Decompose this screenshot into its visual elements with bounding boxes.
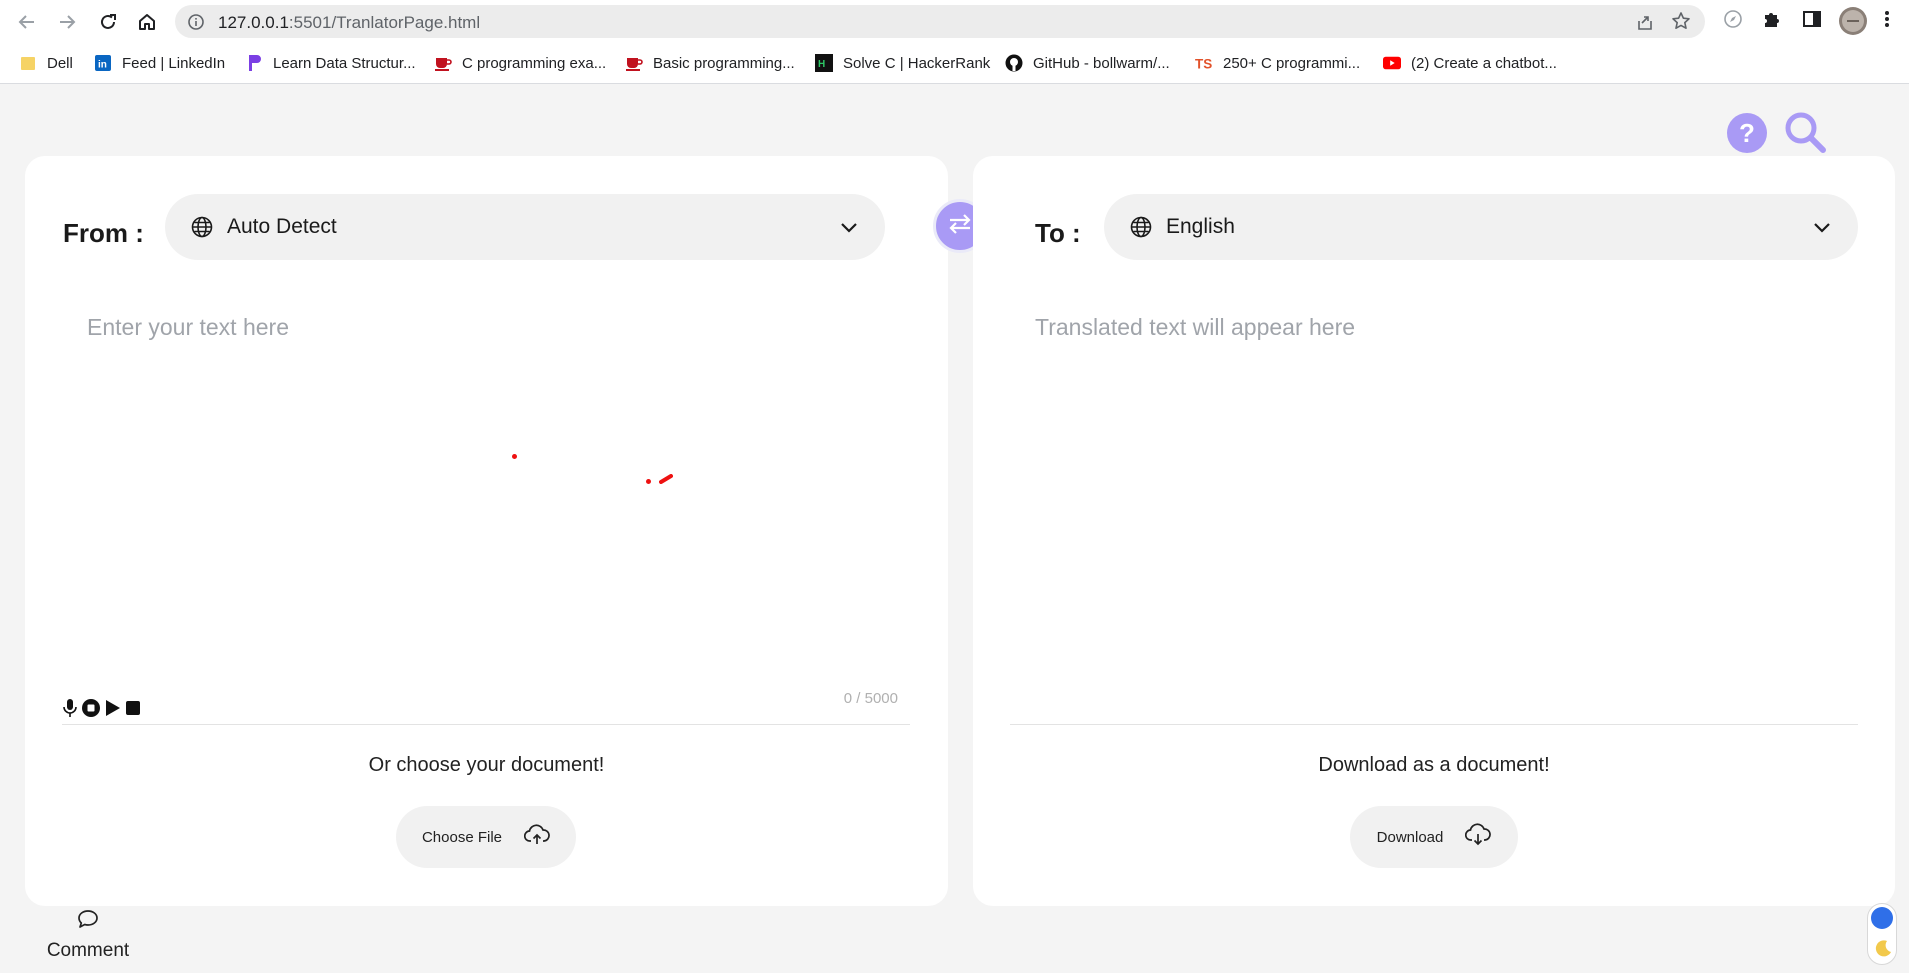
- cloud-download-icon: [1465, 823, 1492, 851]
- globe-icon: [191, 216, 213, 243]
- p-logo-icon: [245, 54, 263, 72]
- bookmark-label: Feed | LinkedIn: [122, 54, 226, 72]
- youtube-icon: [1383, 54, 1401, 72]
- choose-file-label: Choose File: [421, 828, 503, 846]
- svg-text:?: ?: [1739, 118, 1755, 148]
- bookmark-learn-ds[interactable]: Learn Data Structur...: [245, 52, 416, 74]
- bookmarks-bar: Dell in Feed | LinkedIn Learn Data Struc…: [0, 42, 1909, 84]
- divider: [1010, 724, 1858, 725]
- forward-arrow-icon: [60, 15, 76, 29]
- from-language-value: Auto Detect: [227, 215, 337, 238]
- side-panel-icon[interactable]: [1802, 9, 1822, 34]
- bookmark-hackerrank[interactable]: H Solve C | HackerRank: [815, 52, 990, 74]
- from-label: From :: [63, 218, 144, 248]
- svg-text:in: in: [98, 60, 107, 71]
- bookmark-github[interactable]: GitHub - bollwarm/...: [1005, 52, 1170, 74]
- bookmark-basic-programming[interactable]: Basic programming...: [625, 52, 795, 74]
- cup-icon: [625, 54, 643, 72]
- github-icon: [1005, 54, 1023, 72]
- microphone-icon[interactable]: [62, 698, 78, 723]
- download-label: Download: [1376, 828, 1444, 846]
- hackerrank-icon: H: [815, 54, 833, 72]
- bookmark-label: 250+ C programmi...: [1223, 54, 1361, 72]
- bookmark-label: Basic programming...: [653, 54, 795, 72]
- to-language-select[interactable]: English: [1104, 194, 1858, 260]
- stray-red-dot: [646, 479, 651, 484]
- comment-label: Comment: [46, 940, 130, 961]
- globe-icon: [1130, 216, 1152, 243]
- svg-text:H: H: [818, 59, 825, 70]
- bookmark-dell[interactable]: Dell: [19, 52, 73, 74]
- bookmark-c-programming[interactable]: C programming exa...: [434, 52, 606, 74]
- toggle-knob: [1871, 907, 1893, 929]
- comment-button[interactable]: Comment: [40, 909, 136, 962]
- browser-toolbar: 127.0.0.1:5501/TranlatorPage.html: [0, 0, 1909, 42]
- reload-button[interactable]: [95, 9, 121, 35]
- stop-circle-icon[interactable]: [81, 698, 101, 723]
- url-path: :5501/TranlatorPage.html: [288, 13, 481, 32]
- from-language-select[interactable]: Auto Detect: [165, 194, 885, 260]
- svg-text:TS: TS: [1195, 56, 1212, 71]
- back-button[interactable]: [14, 9, 40, 35]
- cup-icon: [434, 54, 452, 72]
- extensions-puzzle-icon[interactable]: [1762, 9, 1782, 34]
- to-language-value: English: [1166, 215, 1235, 238]
- bookmark-label: Solve C | HackerRank: [843, 54, 991, 72]
- target-panel: To : English Translated text will appear…: [973, 156, 1895, 906]
- address-bar[interactable]: 127.0.0.1:5501/TranlatorPage.html: [175, 5, 1705, 38]
- choose-file-button[interactable]: Choose File: [396, 806, 576, 868]
- browser-menu-icon[interactable]: [1884, 9, 1890, 34]
- translated-text-output: Translated text will appear here: [1035, 314, 1356, 340]
- home-button[interactable]: [134, 9, 160, 35]
- download-document-text: Download as a document!: [1318, 754, 1550, 776]
- speech-controls: [62, 698, 141, 723]
- back-arrow-icon: [18, 15, 34, 29]
- home-icon: [139, 14, 155, 30]
- bookmark-label: (2) Create a chatbot...: [1411, 54, 1557, 72]
- reload-icon: [101, 14, 116, 29]
- search-icon[interactable]: [1783, 110, 1827, 159]
- cloud-upload-icon: [523, 824, 550, 850]
- bookmark-label: GitHub - bollwarm/...: [1033, 54, 1170, 72]
- linkedin-icon: in: [94, 54, 112, 72]
- theme-toggle[interactable]: [1867, 903, 1897, 965]
- bookmark-label: Learn Data Structur...: [273, 54, 416, 72]
- moon-icon: [1873, 938, 1893, 963]
- chevron-down-icon: [1812, 217, 1832, 242]
- folder-icon: [19, 54, 37, 72]
- chevron-down-icon: [839, 217, 859, 242]
- profile-avatar[interactable]: [1838, 6, 1868, 41]
- stray-red-dot: [512, 454, 517, 459]
- bookmark-youtube[interactable]: (2) Create a chatbot...: [1383, 52, 1557, 74]
- chat-bubble-icon: [77, 910, 99, 933]
- choose-document-text: Or choose your document!: [368, 754, 605, 776]
- stop-square-icon[interactable]: [125, 700, 141, 721]
- divider: [62, 724, 910, 725]
- ts-icon: TS: [1195, 54, 1213, 72]
- bookmark-label: C programming exa...: [462, 54, 607, 72]
- play-icon[interactable]: [104, 698, 122, 723]
- bookmark-star-icon[interactable]: [1671, 11, 1691, 36]
- to-label: To :: [1035, 218, 1081, 248]
- share-icon[interactable]: [1635, 12, 1655, 37]
- compass-extension-icon[interactable]: [1723, 9, 1743, 34]
- url-host: 127.0.0.1: [218, 13, 289, 32]
- char-count: 0 / 5000: [843, 690, 898, 707]
- source-panel: From : Auto Detect Enter your text here …: [25, 156, 948, 906]
- help-icon[interactable]: ?: [1726, 112, 1768, 159]
- download-button[interactable]: Download: [1350, 806, 1518, 868]
- url-text: 127.0.0.1:5501/TranlatorPage.html: [218, 13, 480, 33]
- bookmark-label: Dell: [47, 54, 73, 72]
- site-info-icon[interactable]: [187, 13, 205, 36]
- stray-red-mark: [659, 471, 673, 489]
- source-text-input[interactable]: Enter your text here: [87, 314, 289, 341]
- bookmark-linkedin[interactable]: in Feed | LinkedIn: [94, 52, 225, 74]
- swap-arrows-icon: [947, 212, 973, 241]
- bookmark-250-c-programs[interactable]: TS 250+ C programmi...: [1195, 52, 1360, 74]
- forward-button[interactable]: [54, 9, 80, 35]
